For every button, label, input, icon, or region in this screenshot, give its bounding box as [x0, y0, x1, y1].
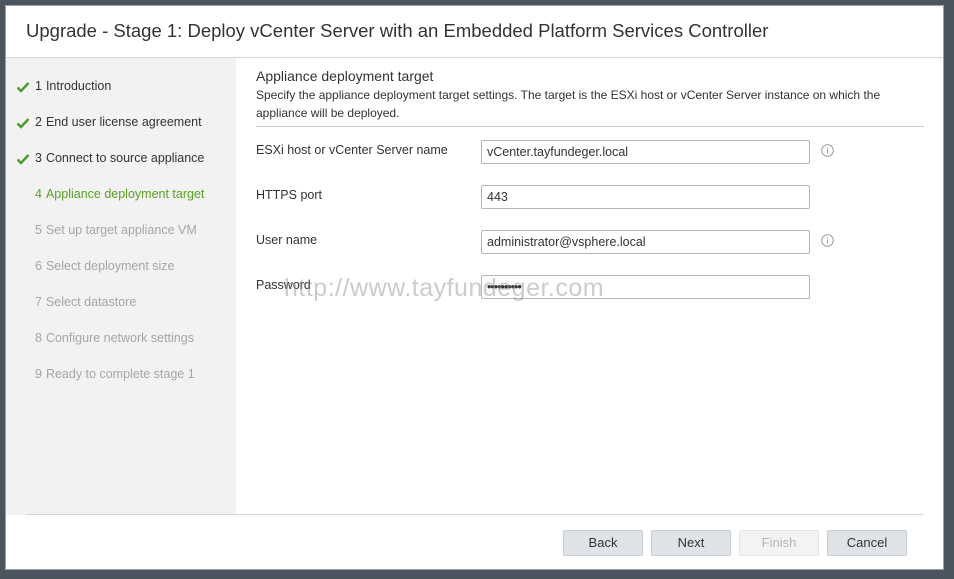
info-icon[interactable]	[821, 144, 834, 157]
dialog-title-bar: Upgrade - Stage 1: Deploy vCenter Server…	[6, 6, 943, 58]
host-label: ESXi host or vCenter Server name	[256, 143, 448, 157]
section-description: Specify the appliance deployment target …	[256, 88, 881, 120]
step-label: Select deployment size	[45, 259, 175, 273]
cancel-button[interactable]: Cancel	[827, 530, 907, 556]
info-icon[interactable]	[821, 234, 834, 247]
check-icon	[16, 153, 30, 165]
password-input[interactable]	[481, 275, 810, 299]
step-set-up-target-appliance-vm[interactable]: 5 Set up target appliance VM	[16, 220, 231, 240]
step-content-panel: Appliance deployment target Specify the …	[236, 58, 943, 515]
step-label: Introduction	[45, 79, 112, 93]
section-divider	[256, 126, 924, 127]
step-introduction[interactable]: 1 Introduction	[16, 76, 231, 96]
step-label: Select datastore	[45, 295, 137, 309]
step-ready-to-complete-stage-1[interactable]: 9 Ready to complete stage 1	[16, 364, 231, 384]
next-button[interactable]: Next	[651, 530, 731, 556]
finish-button: Finish	[739, 530, 819, 556]
step-label: End user license agreement	[45, 115, 202, 129]
back-button[interactable]: Back	[563, 530, 643, 556]
step-label: Ready to complete stage 1	[45, 367, 195, 381]
footer-divider	[26, 514, 923, 515]
dialog-title: Upgrade - Stage 1: Deploy vCenter Server…	[26, 20, 769, 41]
check-icon	[16, 117, 30, 129]
step-appliance-deployment-target[interactable]: 4 Appliance deployment target	[16, 184, 231, 204]
section-title: Appliance deployment target	[256, 68, 434, 84]
step-select-datastore[interactable]: 7 Select datastore	[16, 292, 231, 312]
step-configure-network-settings[interactable]: 8 Configure network settings	[16, 328, 231, 348]
step-select-deployment-size[interactable]: 6 Select deployment size	[16, 256, 231, 276]
host-input[interactable]	[481, 140, 810, 164]
step-label: Connect to source appliance	[45, 151, 205, 165]
step-label: Appliance deployment target	[45, 187, 205, 201]
password-label: Password	[256, 278, 311, 292]
username-label: User name	[256, 233, 318, 247]
https-port-label: HTTPS port	[256, 188, 322, 202]
step-end-user-license-agreement[interactable]: 2 End user license agreement	[16, 112, 231, 132]
step-label: Set up target appliance VM	[45, 223, 197, 237]
check-icon	[16, 81, 30, 93]
wizard-steps-panel: 1 Introduction 2 End user license agreemen…	[6, 58, 236, 515]
username-input[interactable]	[481, 230, 810, 254]
step-connect-to-source-appliance[interactable]: 3 Connect to source appliance	[16, 148, 231, 168]
step-label: Configure network settings	[45, 331, 194, 345]
upgrade-dialog: Upgrade - Stage 1: Deploy vCenter Server…	[5, 5, 944, 570]
https-port-input[interactable]	[481, 185, 810, 209]
